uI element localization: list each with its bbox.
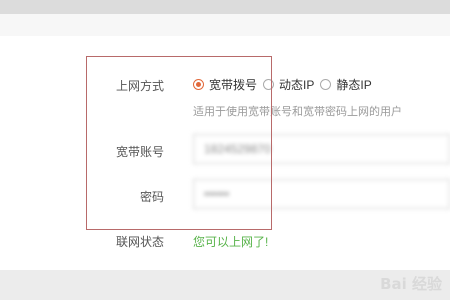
highlight-box bbox=[86, 56, 272, 230]
status-text: 您可以上网了! bbox=[193, 235, 269, 249]
watermark-logo: Bai 经验 bbox=[380, 275, 442, 293]
top-bar bbox=[0, 0, 450, 14]
radio-dynamic-ip-label: 动态IP bbox=[279, 78, 315, 92]
radio-unchecked-icon[interactable] bbox=[320, 79, 332, 90]
radio-static-ip-label: 静态IP bbox=[336, 78, 372, 92]
radio-static-ip[interactable]: 静态IP bbox=[320, 76, 372, 93]
status-label: 联网状态 bbox=[115, 235, 164, 249]
